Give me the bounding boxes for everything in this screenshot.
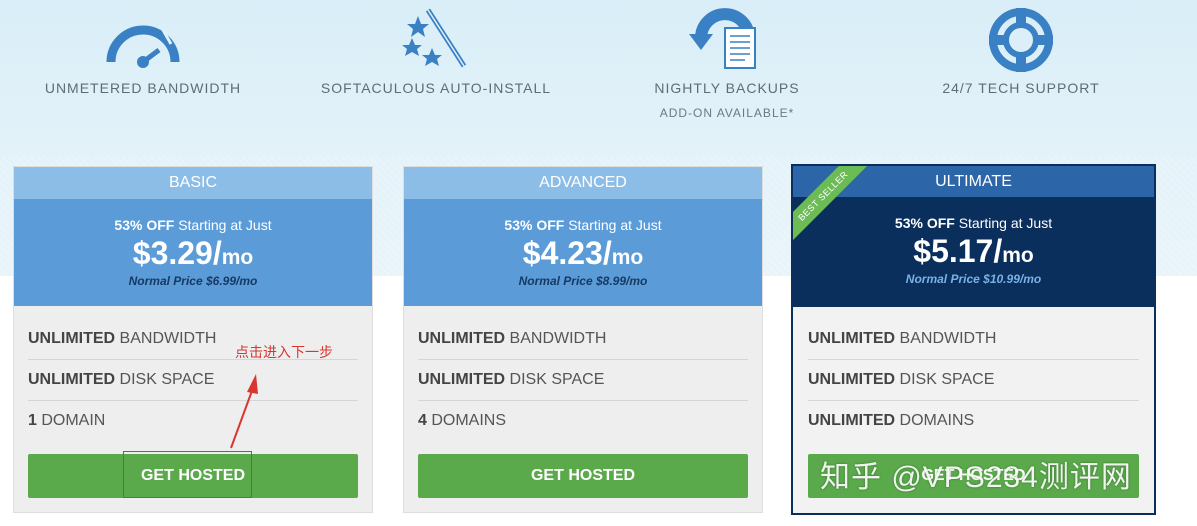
annotation-highlight-box (123, 451, 252, 498)
annotation-arrow-icon (230, 374, 258, 449)
watermark: 知乎 @VPS234测评网 (820, 461, 1132, 494)
